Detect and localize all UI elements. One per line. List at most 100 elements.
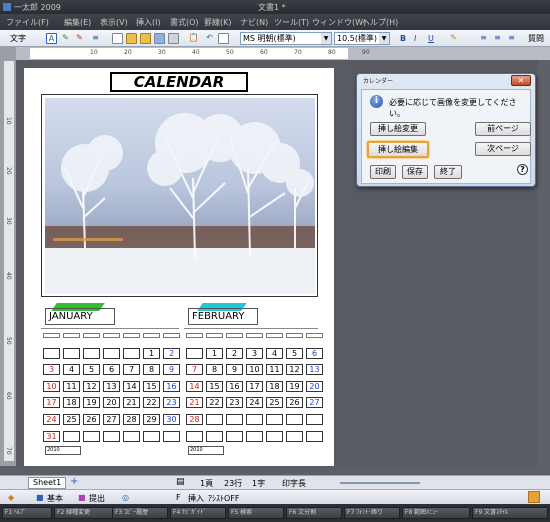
font-a-icon[interactable]: A <box>46 33 57 44</box>
chevron-down-icon[interactable]: ▼ <box>379 33 389 44</box>
finish-button[interactable]: 終了 <box>434 165 462 179</box>
calendar-day-cell[interactable]: 23 <box>226 397 243 408</box>
calendar-day-cell[interactable]: 9 <box>163 364 180 375</box>
font-name-select[interactable]: MS 明朝(標準) ▼ <box>240 32 332 45</box>
calendar-day-cell[interactable]: 22 <box>143 397 160 408</box>
calendar-day-cell[interactable] <box>306 431 323 442</box>
calendar-day-cell[interactable] <box>123 431 140 442</box>
calendar-day-cell[interactable] <box>246 414 263 425</box>
calendar-day-cell[interactable]: 19 <box>83 397 100 408</box>
month-february-label[interactable]: FEBRUARY <box>188 308 258 325</box>
calendar-day-cell[interactable] <box>163 431 180 442</box>
calendar-day-cell[interactable]: 26 <box>83 414 100 425</box>
notification-icon[interactable] <box>528 491 540 503</box>
left-ruler[interactable]: 10 20 30 40 50 60 70 <box>0 47 16 466</box>
calendar-day-cell[interactable]: 17 <box>43 397 60 408</box>
menu-ruled-line[interactable]: 罫線(K) <box>204 17 232 28</box>
calendar-day-cell[interactable]: 2 <box>226 348 243 359</box>
calendar-day-cell[interactable]: 11 <box>63 381 80 392</box>
save-button[interactable]: 保存 <box>402 165 428 179</box>
calendar-day-cell[interactable]: 13 <box>306 364 323 375</box>
undo-icon[interactable]: ↶ <box>204 33 215 44</box>
italic-button[interactable]: I <box>414 32 416 45</box>
calendar-day-cell[interactable] <box>103 348 120 359</box>
calendar-dialog[interactable]: カレンダー ✕ i 必要に応じて画像を変更してください。 挿し絵変更 挿し絵編集… <box>356 73 536 187</box>
fkey-f4[interactable]: F4 ﾅﾋﾞｶﾞｲﾄﾞ <box>170 507 226 519</box>
calendar-day-cell[interactable]: 16 <box>163 381 180 392</box>
calendar-day-cell[interactable] <box>123 348 140 359</box>
frame-icon[interactable] <box>218 33 229 44</box>
underline-button[interactable]: U <box>428 32 434 45</box>
bold-button[interactable]: B <box>400 32 406 45</box>
calendar-day-cell[interactable]: 30 <box>163 414 180 425</box>
menu-help[interactable]: ヘルプ(H) <box>362 17 398 28</box>
menu-file[interactable]: ファイル(F) <box>6 17 49 28</box>
calendar-day-cell[interactable]: 12 <box>286 364 303 375</box>
calendar-day-cell[interactable]: 28 <box>186 414 203 425</box>
calendar-day-cell[interactable] <box>143 431 160 442</box>
calendar-day-cell[interactable]: 12 <box>83 381 100 392</box>
calendar-day-cell[interactable]: 8 <box>206 364 223 375</box>
calendar-day-cell[interactable] <box>186 431 203 442</box>
calendar-day-cell[interactable]: 17 <box>246 381 263 392</box>
fkey-f7[interactable]: F7 ﾌｫﾝﾄ･飾り <box>344 507 400 519</box>
open-folder-icon[interactable] <box>126 33 137 44</box>
calendar-day-cell[interactable]: 9 <box>226 364 243 375</box>
edit-illustration-button[interactable]: 挿し絵編集 <box>367 141 429 158</box>
calendar-day-cell[interactable]: 14 <box>186 381 203 392</box>
insert-mode[interactable]: 挿入 <box>188 493 204 504</box>
mode-label[interactable]: 文字 <box>10 32 26 45</box>
calendar-day-cell[interactable] <box>226 414 243 425</box>
menu-view[interactable]: 表示(V) <box>100 17 128 28</box>
calendar-day-cell[interactable]: 10 <box>246 364 263 375</box>
calendar-day-cell[interactable] <box>63 431 80 442</box>
fkey-f8[interactable]: F8 範囲ﾒﾆｭｰ <box>402 507 470 519</box>
calendar-day-cell[interactable] <box>206 431 223 442</box>
calendar-day-cell[interactable]: 14 <box>123 381 140 392</box>
paste-icon[interactable]: 📋 <box>188 33 199 44</box>
calendar-day-cell[interactable]: 6 <box>103 364 120 375</box>
calendar-day-cell[interactable]: 20 <box>103 397 120 408</box>
year-label-january[interactable]: 2010 <box>45 446 81 455</box>
calendar-day-cell[interactable]: 15 <box>206 381 223 392</box>
prev-page-button[interactable]: 前ページ <box>475 122 531 136</box>
calendar-day-cell[interactable]: 3 <box>246 348 263 359</box>
calendar-day-cell[interactable]: 11 <box>266 364 283 375</box>
next-page-button[interactable]: 次ページ <box>475 142 531 156</box>
fkey-f1[interactable]: F1 ﾍﾙﾌﾟ <box>2 507 52 519</box>
calendar-day-cell[interactable] <box>83 348 100 359</box>
calendar-day-cell[interactable]: 26 <box>286 397 303 408</box>
calendar-day-cell[interactable] <box>206 414 223 425</box>
change-illustration-button[interactable]: 挿し絵変更 <box>370 122 426 136</box>
save-icon[interactable] <box>154 33 165 44</box>
calendar-day-cell[interactable]: 27 <box>306 397 323 408</box>
assist-mode[interactable]: ｱｼｽﾄOFF <box>208 493 240 504</box>
menu-navi[interactable]: ナビ(N) <box>240 17 268 28</box>
vertical-scrollbar[interactable] <box>538 60 550 466</box>
calendar-day-cell[interactable] <box>306 414 323 425</box>
calendar-day-cell[interactable]: 24 <box>246 397 263 408</box>
menu-insert[interactable]: 挿入(I) <box>136 17 161 28</box>
calendar-day-cell[interactable]: 24 <box>43 414 60 425</box>
fkey-f2[interactable]: F2 線種変更 <box>54 507 120 519</box>
fkey-f6[interactable]: F6 文分割 <box>286 507 342 519</box>
format-icon[interactable]: ≡ <box>90 33 101 44</box>
calendar-day-cell[interactable]: 29 <box>143 414 160 425</box>
calendar-day-cell[interactable] <box>63 348 80 359</box>
calendar-day-cell[interactable]: 21 <box>123 397 140 408</box>
question-label[interactable]: 質問 <box>528 32 544 45</box>
submit-label[interactable]: 提出 <box>89 493 105 504</box>
calendar-day-cell[interactable]: 21 <box>186 397 203 408</box>
menu-tools[interactable]: ツール(T) <box>274 17 309 28</box>
basic-label[interactable]: 基本 <box>47 493 63 504</box>
calendar-day-cell[interactable] <box>286 431 303 442</box>
zoom-slider[interactable] <box>340 482 420 484</box>
calendar-day-cell[interactable] <box>246 431 263 442</box>
align-left-icon[interactable]: ≡ <box>478 33 489 44</box>
save-folder-icon[interactable] <box>140 33 151 44</box>
calendar-day-cell[interactable]: 25 <box>266 397 283 408</box>
calendar-day-cell[interactable] <box>103 431 120 442</box>
illustration-frame[interactable] <box>41 94 318 297</box>
calendar-day-cell[interactable]: 8 <box>143 364 160 375</box>
calendar-day-cell[interactable]: 10 <box>43 381 60 392</box>
